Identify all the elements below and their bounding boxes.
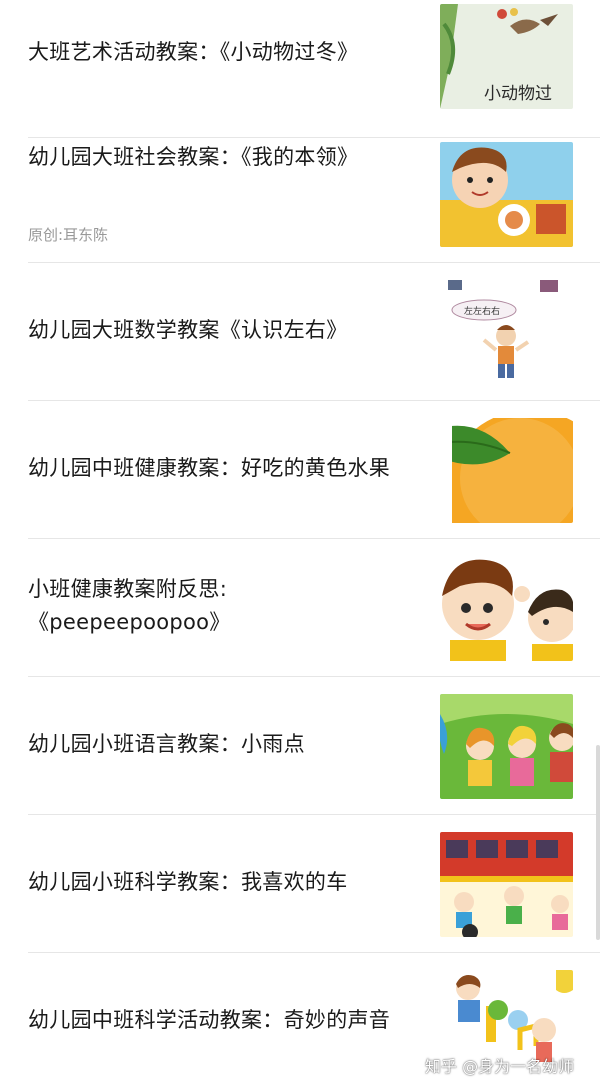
watermark: 知乎 @身为一名幼师 [425,1057,575,1076]
article-title[interactable]: 幼儿园小班科学教案：我喜欢的车 [28,866,413,899]
list-item[interactable]: 幼儿园大班社会教案：《我的本领》 原创:耳东陈 [0,125,600,263]
article-title[interactable]: 幼儿园大班数学教案《认识左右》 [28,314,413,347]
article-title-line: 《peepeepoopoo》 [28,610,231,634]
list-item[interactable]: 幼儿园中班健康教案：好吃的黄色水果 [0,401,600,539]
article-list: 大班艺术活动教案：《小动物过冬》 小动物过 幼儿园大班社会教案：《我的本领》 原… [0,0,600,1089]
list-item[interactable]: 幼儿园小班语言教案：小雨点 [0,677,600,815]
article-author: 原创:耳东陈 [28,226,109,244]
article-title[interactable]: 幼儿园小班语言教案：小雨点 [28,728,413,761]
article-thumbnail[interactable]: 小动物过 [440,4,573,109]
thumbnail-caption: 小动物过 [484,84,552,104]
article-thumbnail[interactable] [440,832,573,937]
scrollbar-thumb[interactable] [596,745,600,940]
article-title[interactable]: 幼儿园中班科学活动教案：奇妙的声音 [28,1004,413,1037]
article-title[interactable]: 幼儿园中班健康教案：好吃的黄色水果 [28,452,413,485]
article-thumbnail[interactable] [440,142,573,247]
article-title[interactable]: 幼儿园大班社会教案：《我的本领》 [28,141,413,174]
list-item[interactable]: 小班健康教案附反思: 《peepeepoopoo》 [0,539,600,677]
article-title[interactable]: 大班艺术活动教案：《小动物过冬》 [28,36,413,69]
article-thumbnail[interactable]: 左左右右 [440,280,573,385]
list-item[interactable]: 幼儿园大班数学教案《认识左右》 左左右右 [0,263,600,401]
thumbnail-caption: 左左右右 [464,305,500,317]
article-title-line: 小班健康教案附反思: [28,577,228,601]
article-thumbnail[interactable] [440,556,573,661]
list-item[interactable]: 大班艺术活动教案：《小动物过冬》 小动物过 [0,0,600,138]
list-item[interactable]: 幼儿园小班科学教案：我喜欢的车 [0,815,600,953]
article-thumbnail[interactable] [440,418,573,523]
article-thumbnail[interactable] [440,694,573,799]
article-title[interactable]: 小班健康教案附反思: 《peepeepoopoo》 [28,573,413,639]
